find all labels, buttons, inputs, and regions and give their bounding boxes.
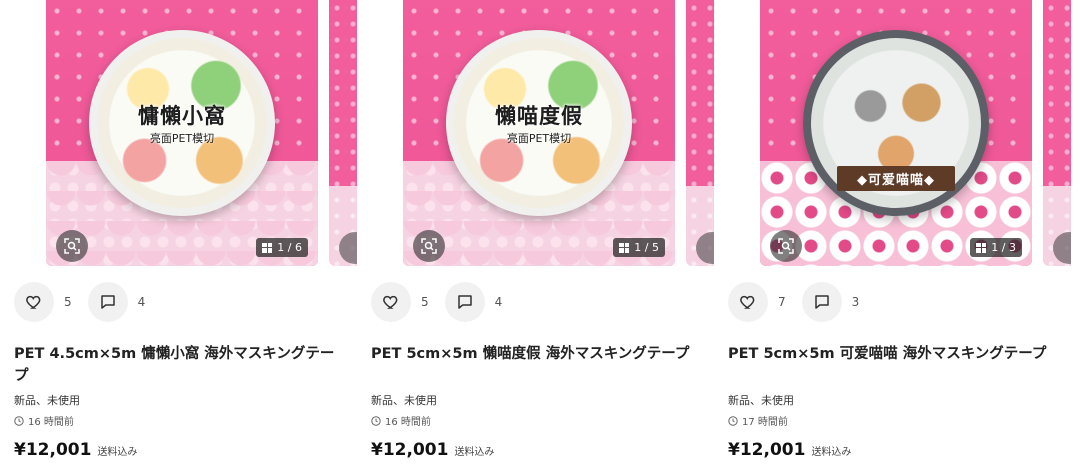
image-search-button[interactable] xyxy=(413,230,445,262)
comment-count: 4 xyxy=(494,295,503,309)
comment-button[interactable] xyxy=(801,282,842,322)
card-actions: 7 3 xyxy=(728,282,875,322)
heart-icon xyxy=(26,295,41,309)
product-image[interactable]: ◆可爱喵喵◆ 1 / 3 xyxy=(760,0,1032,266)
time-ago: 16 時間前 xyxy=(28,417,74,428)
image-search-button[interactable] xyxy=(56,230,88,262)
heart-icon xyxy=(740,295,755,309)
image-search-icon xyxy=(778,238,794,254)
tape-title: 慵懶小窩 xyxy=(138,103,226,128)
comment-button[interactable] xyxy=(87,282,128,322)
image-search-icon xyxy=(64,238,80,254)
comment-icon xyxy=(457,295,472,309)
comment-icon xyxy=(814,295,829,309)
image-counter-text: 1 / 5 xyxy=(634,241,659,254)
image-counter-text: 1 / 3 xyxy=(991,241,1016,254)
product-title[interactable]: PET 4.5cm×5m 慵懶小窩 海外マスキングテープ xyxy=(14,343,344,387)
next-image-peek[interactable] xyxy=(686,0,714,266)
image-search-icon xyxy=(421,238,437,254)
price-row: ¥12,001 送料込み xyxy=(14,440,137,460)
gallery-grid-icon xyxy=(262,242,273,253)
listing-time: 17 時間前 xyxy=(728,413,788,428)
gallery-grid-icon xyxy=(619,242,630,253)
like-button[interactable] xyxy=(14,282,54,322)
time-ago: 16 時間前 xyxy=(385,417,431,428)
product-image[interactable]: 慵懶小窩 亮面PET模切 1 / 6 xyxy=(46,0,318,266)
clock-icon xyxy=(371,415,381,426)
shipping-note: 送料込み xyxy=(454,447,495,458)
clock-icon xyxy=(14,415,24,426)
shipping-note: 送料込み xyxy=(811,447,852,458)
image-counter: 1 / 3 xyxy=(970,238,1022,257)
card-actions: 5 4 xyxy=(14,282,161,322)
image-counter-text: 1 / 6 xyxy=(277,241,302,254)
time-ago: 17 時間前 xyxy=(742,417,788,428)
like-button[interactable] xyxy=(728,282,768,322)
comment-count: 3 xyxy=(851,295,860,309)
listing-time: 16 時間前 xyxy=(14,413,74,428)
price: ¥12,001 xyxy=(728,440,806,460)
image-counter: 1 / 6 xyxy=(256,238,308,257)
tape-title: ◆可爱喵喵◆ xyxy=(837,166,955,191)
product-title[interactable]: PET 5cm×5m 可爱喵喵 海外マスキングテープ xyxy=(728,343,1058,365)
heart-icon xyxy=(383,295,398,309)
washi-tape-roll: 慵懶小窩 亮面PET模切 xyxy=(89,30,275,216)
comment-count: 4 xyxy=(137,295,146,309)
image-counter: 1 / 5 xyxy=(613,238,665,257)
comment-button[interactable] xyxy=(444,282,485,322)
product-condition: 新品、未使用 xyxy=(728,394,794,407)
price: ¥12,001 xyxy=(14,440,92,460)
product-title[interactable]: PET 5cm×5m 懶喵度假 海外マスキングテープ xyxy=(371,343,701,365)
tape-subtitle: 亮面PET模切 xyxy=(506,132,572,145)
clock-icon xyxy=(728,415,738,426)
like-count: 5 xyxy=(421,295,429,309)
like-count: 5 xyxy=(64,295,72,309)
image-search-button[interactable] xyxy=(770,230,802,262)
product-card[interactable]: 懶喵度假 亮面PET模切 1 / 5 5 4 PET 5cm×5m 懶喵度假 海… xyxy=(357,0,714,465)
like-count: 7 xyxy=(778,295,786,309)
tape-subtitle: 亮面PET模切 xyxy=(149,132,215,145)
washi-tape-roll: ◆可爱喵喵◆ xyxy=(803,30,989,216)
shipping-note: 送料込み xyxy=(97,447,138,458)
listing-time: 16 時間前 xyxy=(371,413,431,428)
product-condition: 新品、未使用 xyxy=(14,394,80,407)
like-button[interactable] xyxy=(371,282,411,322)
price: ¥12,001 xyxy=(371,440,449,460)
tape-title: 懶喵度假 xyxy=(495,103,583,128)
next-image-peek[interactable] xyxy=(1043,0,1071,266)
price-row: ¥12,001 送料込み xyxy=(728,440,851,460)
product-image[interactable]: 懶喵度假 亮面PET模切 1 / 5 xyxy=(403,0,675,266)
product-card[interactable]: ◆可爱喵喵◆ 1 / 3 7 3 PET 5cm×5m 可爱喵喵 海外マスキング… xyxy=(714,0,1071,465)
next-image-peek[interactable] xyxy=(329,0,357,266)
washi-tape-roll: 懶喵度假 亮面PET模切 xyxy=(446,30,632,216)
product-condition: 新品、未使用 xyxy=(371,394,437,407)
comment-icon xyxy=(100,295,115,309)
gallery-grid-icon xyxy=(976,242,987,253)
price-row: ¥12,001 送料込み xyxy=(371,440,494,460)
product-card[interactable]: 慵懶小窩 亮面PET模切 1 / 6 5 4 PET 4.5cm×5m 慵懶小窩… xyxy=(0,0,357,465)
card-actions: 5 4 xyxy=(371,282,518,322)
